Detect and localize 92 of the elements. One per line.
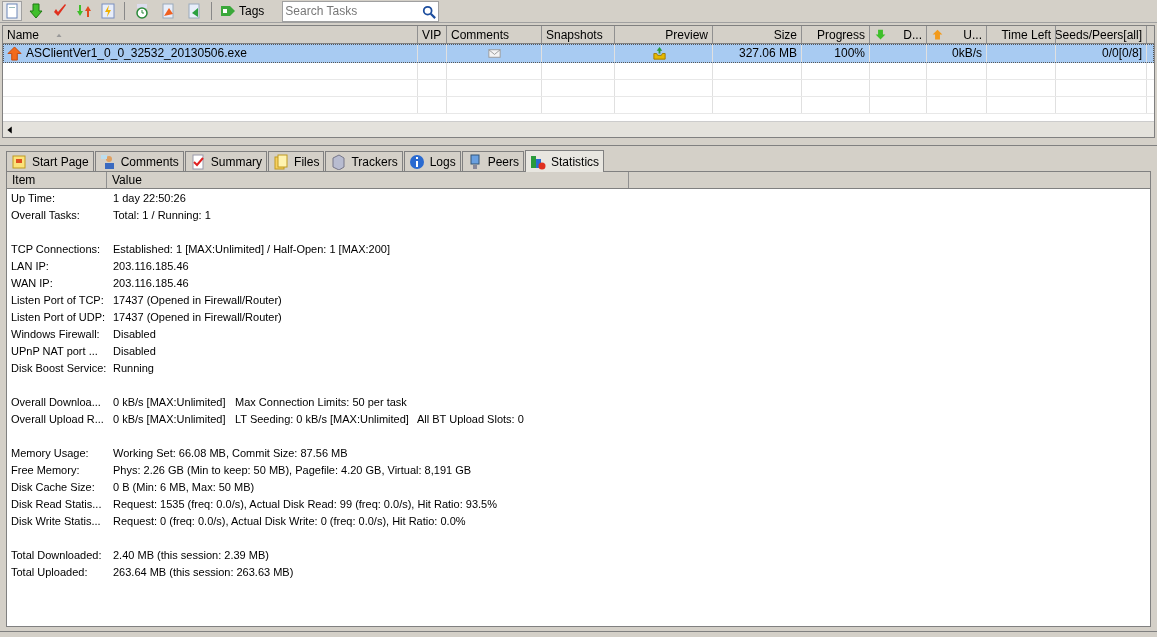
stat-label: LAN IP: bbox=[11, 259, 50, 275]
tab[interactable]: Start Page bbox=[6, 151, 94, 171]
column-header[interactable]: Value bbox=[107, 172, 629, 188]
stat-label: TCP Connections: bbox=[11, 242, 102, 258]
stat-label: Up Time: bbox=[11, 191, 56, 207]
stat-label: Total Downloaded: bbox=[11, 548, 103, 564]
stat-label: Total Uploaded: bbox=[11, 565, 89, 581]
column-header[interactable]: VIP bbox=[418, 26, 447, 43]
stat-label: Overall Upload R... bbox=[11, 412, 105, 428]
stat-value: Max Connection Limits: 50 per task bbox=[235, 395, 408, 411]
column-header[interactable]: Comments bbox=[447, 26, 542, 43]
table-cell-text: 100% bbox=[834, 45, 865, 62]
column-header[interactable]: Item bbox=[7, 172, 107, 188]
flag-icon bbox=[11, 153, 27, 170]
stat-value: 17437 (Opened in Firewall/Router) bbox=[113, 310, 283, 326]
stat-label: Listen Port of TCP: bbox=[11, 293, 105, 309]
stat-label: WAN IP: bbox=[11, 276, 54, 292]
document-icon bbox=[4, 3, 20, 19]
up-down-arrows-icon bbox=[76, 3, 92, 19]
download-arrow-button[interactable] bbox=[26, 1, 46, 21]
stat-label: Listen Port of UDP: bbox=[11, 310, 107, 326]
stat-value: Total: 1 / Running: 1 bbox=[113, 208, 212, 224]
up-arrow-icon bbox=[931, 28, 944, 41]
chart-icon bbox=[530, 153, 547, 170]
column-header[interactable]: Seeds/Peers[all] bbox=[1056, 26, 1147, 43]
stat-value: 0 kB/s [MAX:Unlimited] bbox=[113, 395, 227, 411]
column-header[interactable]: D... bbox=[870, 26, 927, 43]
stat-label: Disk Read Statis... bbox=[11, 497, 103, 513]
tab[interactable]: Trackers bbox=[325, 151, 403, 171]
stat-label: Disk Cache Size: bbox=[11, 480, 96, 496]
stat-value: Request: 1535 (freq: 0.0/s), Actual Disk Read: 99 (freq: 0.0/s), Hit Ratio: 93.5% bbox=[113, 497, 498, 513]
stat-label: Windows Firewall: bbox=[11, 327, 101, 343]
tab[interactable]: Files bbox=[268, 151, 325, 171]
column-header[interactable]: Size bbox=[713, 26, 802, 43]
stat-value: 0 kB/s [MAX:Unlimited] bbox=[113, 412, 227, 428]
stat-label: Disk Write Statis... bbox=[11, 514, 102, 530]
stat-value: Established: 1 [MAX:Unlimited] / Half-Open: 1 [MAX:200] bbox=[113, 242, 391, 258]
table-cell-text: 0kB/s bbox=[952, 45, 982, 62]
lightning-icon bbox=[100, 3, 116, 19]
column-header[interactable]: Progress bbox=[802, 26, 870, 43]
stat-label: Disk Boost Service: bbox=[11, 361, 108, 377]
tag-icon bbox=[220, 3, 236, 19]
stat-value: 2.40 MB (this session: 2.39 MB) bbox=[113, 548, 270, 564]
up-arrow-icon bbox=[7, 45, 22, 61]
search-field[interactable]: Search Tasks bbox=[282, 0, 440, 22]
stat-label: Overall Tasks: bbox=[11, 208, 81, 224]
stat-value: Disabled bbox=[113, 327, 157, 343]
stat-label: Memory Usage: bbox=[11, 446, 90, 462]
table-cell-text: 327.06 MB bbox=[738, 45, 797, 62]
info-icon bbox=[408, 153, 425, 170]
column-header[interactable]: Preview bbox=[615, 26, 713, 43]
stat-label: Overall Downloa... bbox=[11, 395, 102, 411]
down-arrow-icon bbox=[874, 28, 887, 41]
table-cell-text: 0/0[0/8] bbox=[1101, 45, 1142, 62]
tab[interactable]: Peers bbox=[461, 151, 525, 171]
files-icon bbox=[273, 153, 290, 170]
stat-value: Working Set: 66.08 MB, Commit Size: 87.56 MB bbox=[113, 446, 349, 462]
file-name: ASClientVer1_0_0_32532_20130506.exe bbox=[26, 45, 247, 62]
stat-value: 263.64 MB (this session: 263.63 MB) bbox=[113, 565, 295, 581]
column-header[interactable]: Name bbox=[3, 26, 418, 43]
column-header[interactable]: Snapshots bbox=[542, 26, 615, 43]
stat-value: 17437 (Opened in Firewall/Router) bbox=[113, 293, 283, 309]
stat-label: UPnP NAT port ... bbox=[11, 344, 99, 360]
document-button[interactable] bbox=[2, 1, 22, 21]
search-icon bbox=[422, 4, 437, 19]
stat-value: 203.116.185.46 bbox=[113, 259, 190, 275]
stat-value: 203.116.185.46 bbox=[113, 276, 190, 292]
document-down-icon bbox=[186, 3, 202, 19]
tab[interactable]: Comments bbox=[94, 151, 184, 171]
column-header[interactable]: U... bbox=[927, 26, 987, 43]
stat-value: LT Seeding: 0 kB/s [MAX:Unlimited] bbox=[235, 412, 410, 428]
tab[interactable]: Summary bbox=[184, 151, 268, 171]
download-arrow-icon bbox=[28, 3, 44, 19]
tags-button[interactable]: Tags bbox=[218, 1, 267, 21]
horizontal-scrollbar[interactable] bbox=[3, 121, 1154, 137]
stat-value: Request: 0 (freq: 0.0/s), Actual Disk Write: 0 (freq: 0.0/s), Hit Ratio: 0.0% bbox=[113, 514, 467, 530]
document-up-icon bbox=[160, 3, 176, 19]
clock-document-icon bbox=[134, 3, 150, 19]
stat-value: All BT Upload Slots: 0 bbox=[417, 412, 524, 428]
tab[interactable]: Statistics bbox=[525, 150, 605, 172]
column-header[interactable]: Time Left bbox=[987, 26, 1056, 43]
stat-value: 0 B (Min: 6 MB, Max: 50 MB) bbox=[113, 480, 256, 496]
tray-upload-icon bbox=[652, 45, 667, 61]
lightning-button[interactable] bbox=[98, 1, 118, 21]
stat-value: Phys: 2.26 GB (Min to keep: 50 MB), Pagefile: 4.20 GB, Virtual: 8,191 GB bbox=[113, 463, 473, 479]
people-icon bbox=[99, 153, 116, 170]
stat-label: Free Memory: bbox=[11, 463, 81, 479]
stat-value: Running bbox=[113, 361, 155, 377]
stat-value: Disabled bbox=[113, 344, 157, 360]
tab[interactable]: Logs bbox=[403, 151, 461, 171]
stat-value: 1 day 22:50:26 bbox=[113, 191, 187, 207]
task-row[interactable]: ASClientVer1_0_0_32532_20130506.exe 327.06 MB 100% 0kB/s 0/0[0/8] bbox=[3, 44, 1154, 63]
